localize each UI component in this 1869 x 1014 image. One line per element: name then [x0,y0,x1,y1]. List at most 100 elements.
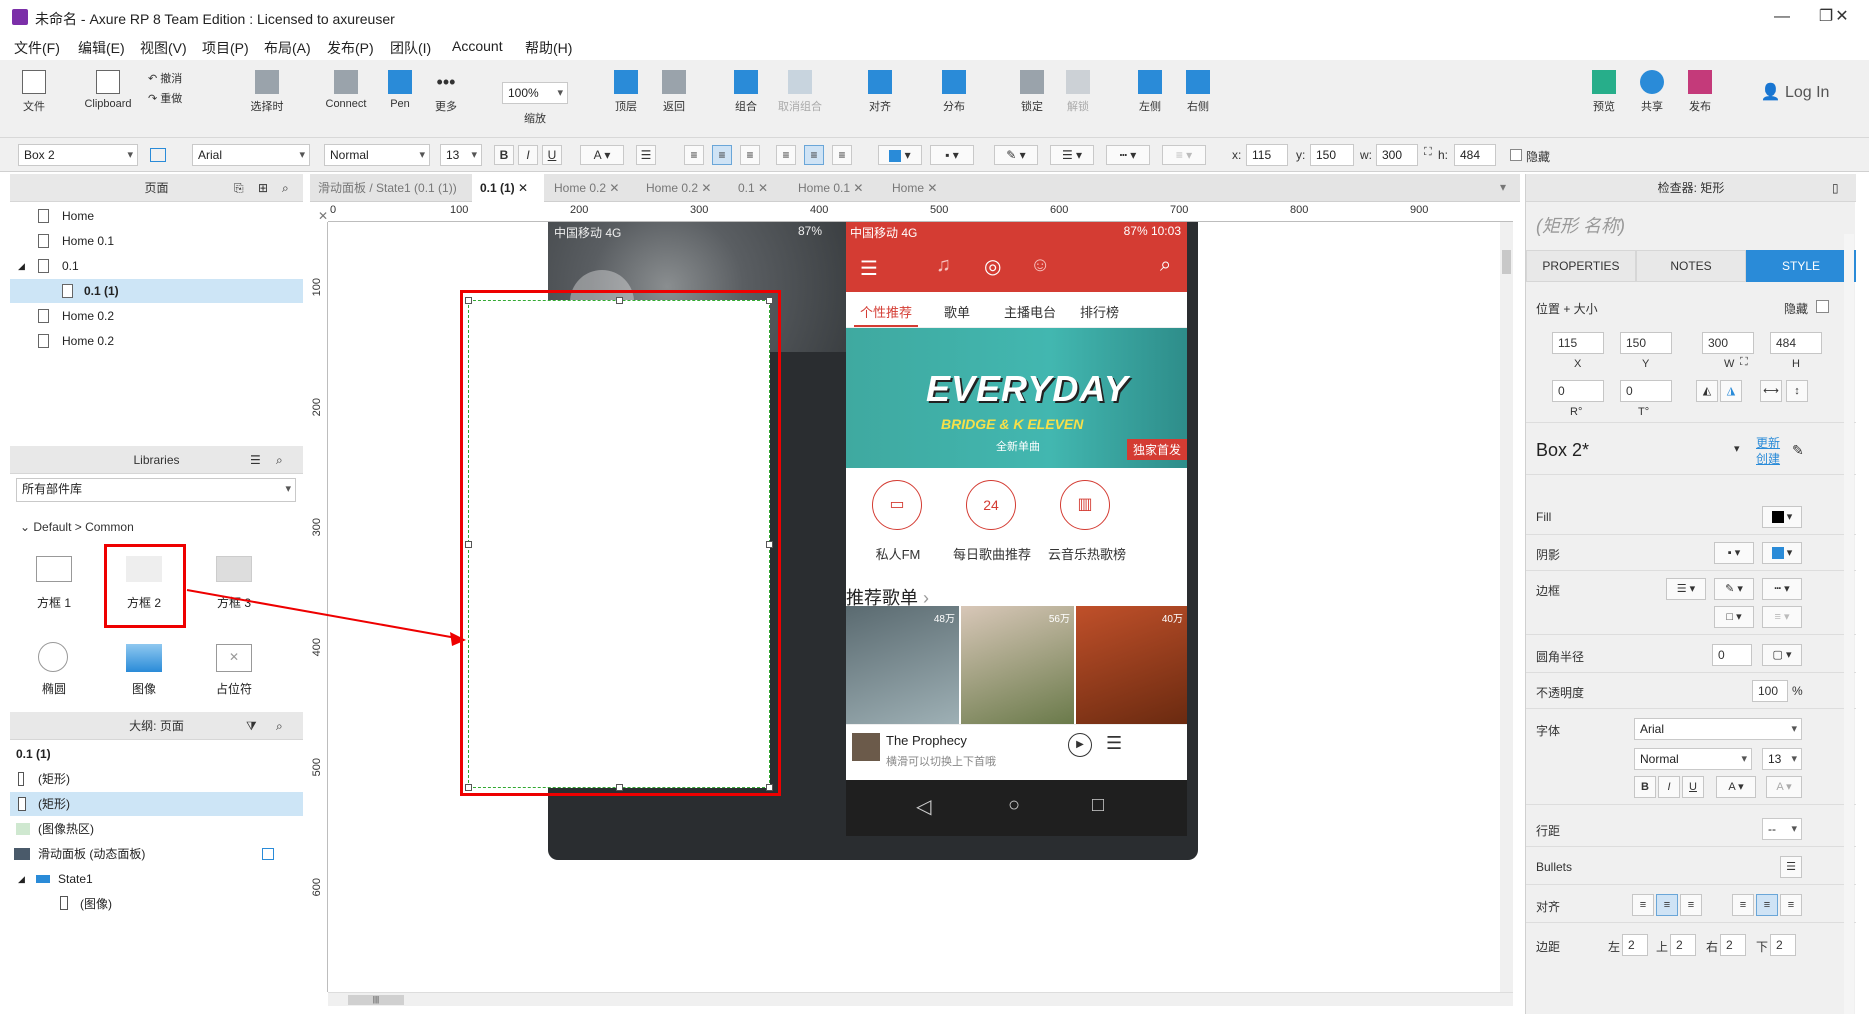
expand-icon[interactable]: ◢ [18,254,25,278]
rotation-input[interactable]: 0 [1552,380,1604,402]
fill-color-picker[interactable]: ▾ [1762,506,1802,528]
y-input[interactable]: 150 [1310,144,1354,166]
playlist-icon[interactable]: ☰ [1106,733,1122,754]
close-icon[interactable]: ✕ [609,181,619,195]
fit-height-icon[interactable]: ↕ [1786,380,1808,402]
tab-0-1-1[interactable]: 0.1 (1) ✕ [472,174,544,202]
share-button[interactable]: 共享 [1632,70,1672,114]
widget-ellipse-icon[interactable] [38,642,68,672]
vertical-scrollbar[interactable] [1500,222,1513,992]
visibility-icon[interactable] [262,848,274,860]
fit-width-icon[interactable]: ⟷ [1760,380,1782,402]
x-input[interactable]: 115 [1552,332,1604,354]
align-right-icon[interactable]: ≡ [1680,894,1702,916]
hidden-checkbox[interactable] [1816,300,1829,313]
preview-button[interactable]: 预览 [1584,70,1624,114]
widget-box3[interactable] [216,556,252,582]
menu-arrange[interactable]: 布局(A) [264,38,311,58]
minimize-button[interactable]: — [1760,4,1804,30]
menu-icon[interactable]: ☰ [250,446,261,474]
pad-right-input[interactable]: 2 [1720,934,1746,956]
fill-color-icon[interactable]: ▾ [878,145,922,165]
text-shadow-icon[interactable]: A ▾ [1766,776,1802,798]
menu-team[interactable]: 团队(I) [390,38,431,58]
design-canvas[interactable]: 中国移动 4G 87% 中国移动 4G 87% 10:03 ☰ ♫ ◎ ☺ ⌕ [328,222,1513,992]
close-icon[interactable]: ✕ [853,181,863,195]
promo-banner[interactable]: EVERYDAY BRIDGE & K ELEVEN 全新单曲 独家首发 [846,328,1187,468]
page-item-home-0-2-b[interactable]: Home 0.2 [10,329,303,353]
page-item-0-1-1[interactable]: 0.1 (1) [10,279,303,303]
valign-bottom-icon[interactable]: ≡ [1780,894,1802,916]
inspector-scrollbar[interactable] [1844,234,1854,1014]
menu-account[interactable]: Account [452,38,503,54]
tab-properties[interactable]: PROPERTIES [1526,250,1636,282]
lock-ratio-icon[interactable]: ⛶ [1424,146,1432,159]
align-center-icon[interactable]: ≡ [712,145,732,165]
italic-icon[interactable]: I [1658,776,1680,798]
playlist-cover[interactable]: 48万 [846,606,959,724]
close-icon[interactable]: ✕ [758,181,768,195]
playlist-cover[interactable]: 40万 [1076,606,1187,724]
calendar-icon[interactable]: 24 [966,480,1016,530]
arrow-style-icon[interactable]: ≡ ▾ [1162,145,1206,165]
recents-icon[interactable]: □ [1092,794,1104,817]
font-weight-select[interactable]: Normal [324,144,430,166]
page-item-home-0-1[interactable]: Home 0.1 [10,229,303,253]
tab-home[interactable]: Home ✕ [884,174,956,202]
border-visibility-picker[interactable]: □ ▾ [1714,606,1754,628]
outline-item-rect2[interactable]: (矩形) [10,792,303,816]
font-family-select[interactable]: Arial [192,144,310,166]
outline-item-hotspot[interactable]: (图像热区) [10,817,303,841]
file-new-button[interactable]: 文件 [14,70,54,114]
h-input[interactable]: 484 [1770,332,1822,354]
redo-button[interactable]: ↷ 重做 [148,90,198,106]
page-item-0-1[interactable]: ◢ 0.1 [10,254,303,278]
app-tab-recommend[interactable]: 个性推荐 [860,302,912,321]
hamburger-icon[interactable]: ☰ [860,256,878,281]
close-icon[interactable]: ✕ [927,181,937,195]
valign-middle-icon[interactable]: ≡ [804,145,824,165]
undo-button[interactable]: ↶ 撤消 [148,70,198,86]
border-style-picker[interactable]: ┅ ▾ [1762,578,1802,600]
outer-shadow-picker[interactable]: ▪ ▾ [1714,542,1754,564]
widget-placeholder-icon[interactable]: ✕ [216,644,252,672]
menu-view[interactable]: 视图(V) [140,38,187,58]
lock-ratio-icon[interactable]: ⛶ [1740,356,1748,369]
bullets-icon[interactable]: ☰ [1780,856,1802,878]
w-input[interactable]: 300 [1376,144,1418,166]
corner-picker[interactable]: ▢ ▾ [1762,644,1802,666]
inspector-weight-select[interactable]: Normal [1634,748,1752,770]
connect-button[interactable]: Connect [318,70,374,110]
radio-icon[interactable]: ▭ [872,480,922,530]
search-icon[interactable]: ⌕ [1160,254,1171,277]
flip-horizontal-icon[interactable]: ◭ [1696,380,1718,402]
outline-item-image[interactable]: (图像) [10,892,303,916]
tab-home-0-2[interactable]: Home 0.2 ✕ [546,174,636,202]
widget-box1[interactable] [36,556,72,582]
underline-icon[interactable]: U [1682,776,1704,798]
align-left-icon[interactable]: ≡ [1632,894,1654,916]
line-weight-icon[interactable]: ☰ ▾ [1050,145,1094,165]
pad-bottom-input[interactable]: 2 [1770,934,1796,956]
group-button[interactable]: 组合 [726,70,766,114]
line-style-icon[interactable]: ┅ ▾ [1106,145,1150,165]
tabs-dropdown-icon[interactable]: ▾ [1500,180,1506,194]
radius-input[interactable]: 0 [1712,644,1752,666]
border-weight-picker[interactable]: ☰ ▾ [1666,578,1706,600]
send-back-button[interactable]: 返回 [654,70,694,114]
bold-button[interactable]: B [494,145,514,165]
add-folder-icon[interactable]: ⊞ [258,174,268,202]
close-icon[interactable]: ✕ [518,181,528,195]
font-color-icon[interactable]: A ▾ [580,145,624,165]
mini-player[interactable]: The Prophecy 横滑可以切换上下首哦 ▶ ☰ [846,724,1187,780]
menu-file[interactable]: 文件(F) [14,38,60,58]
w-input[interactable]: 300 [1702,332,1754,354]
left-button[interactable]: 左侧 [1130,70,1170,114]
tab-0-1[interactable]: 0.1 ✕ [730,174,788,202]
menu-project[interactable]: 项目(P) [202,38,249,58]
tab-home-0-1[interactable]: Home 0.1 ✕ [790,174,882,202]
pad-left-input[interactable]: 2 [1622,934,1648,956]
valign-middle-icon[interactable]: ≡ [1756,894,1778,916]
distribute-button[interactable]: 分布 [934,70,974,114]
notes-icon[interactable]: ▯ [1832,174,1839,202]
